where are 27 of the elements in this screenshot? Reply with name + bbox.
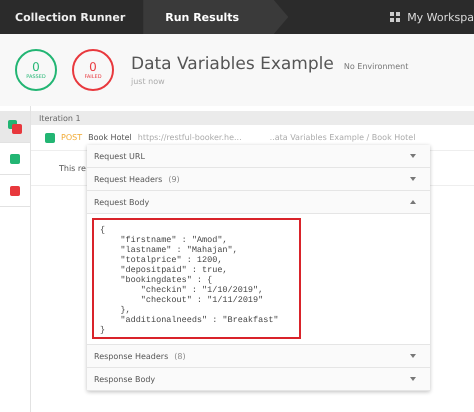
breadcrumb-tab[interactable]: Run Results <box>143 0 288 34</box>
method-label: POST <box>61 133 82 142</box>
run-time: just now <box>131 77 166 86</box>
iteration-header: Iteration 1 <box>31 111 474 125</box>
failed-icon <box>10 186 20 196</box>
caret-icon <box>410 154 416 158</box>
run-title: Data Variables Example <box>131 54 334 74</box>
iteration-item[interactable] <box>0 111 30 143</box>
environment-label: No Environment <box>344 62 408 71</box>
section-header[interactable]: Request URL <box>87 145 430 168</box>
caret-icon <box>410 354 416 358</box>
status-squares-icon <box>8 120 22 134</box>
caret-icon <box>410 177 416 181</box>
request-body-code: { "firstname" : "Amod", "lastname" : "Mahajan", "totalprice" : 1200, "depositpaid" : true, "bookingdates" : { "checkin" : "1/10/2019", "checkout" : "1/11/2019" }, "additionalneeds" : "Breakfast" } <box>92 218 301 339</box>
request-name[interactable]: Book Hotel <box>88 133 132 142</box>
request-path: ..ata Variables Example / Book Hotel <box>270 133 416 142</box>
grid-icon <box>390 12 400 22</box>
caret-icon <box>410 200 416 204</box>
caret-icon <box>410 377 416 381</box>
section-header[interactable]: Response Headers (8) <box>87 345 430 368</box>
section-header[interactable]: Request Body <box>87 191 430 214</box>
section-header[interactable]: Response Body <box>87 368 430 391</box>
request-note: This re <box>59 164 86 172</box>
section-header[interactable]: Request Headers (9) <box>87 168 430 191</box>
workspace-label[interactable]: My Workspa <box>407 10 474 24</box>
passed-icon <box>10 154 20 164</box>
request-url: https://restful-booker.he... <box>138 133 242 142</box>
